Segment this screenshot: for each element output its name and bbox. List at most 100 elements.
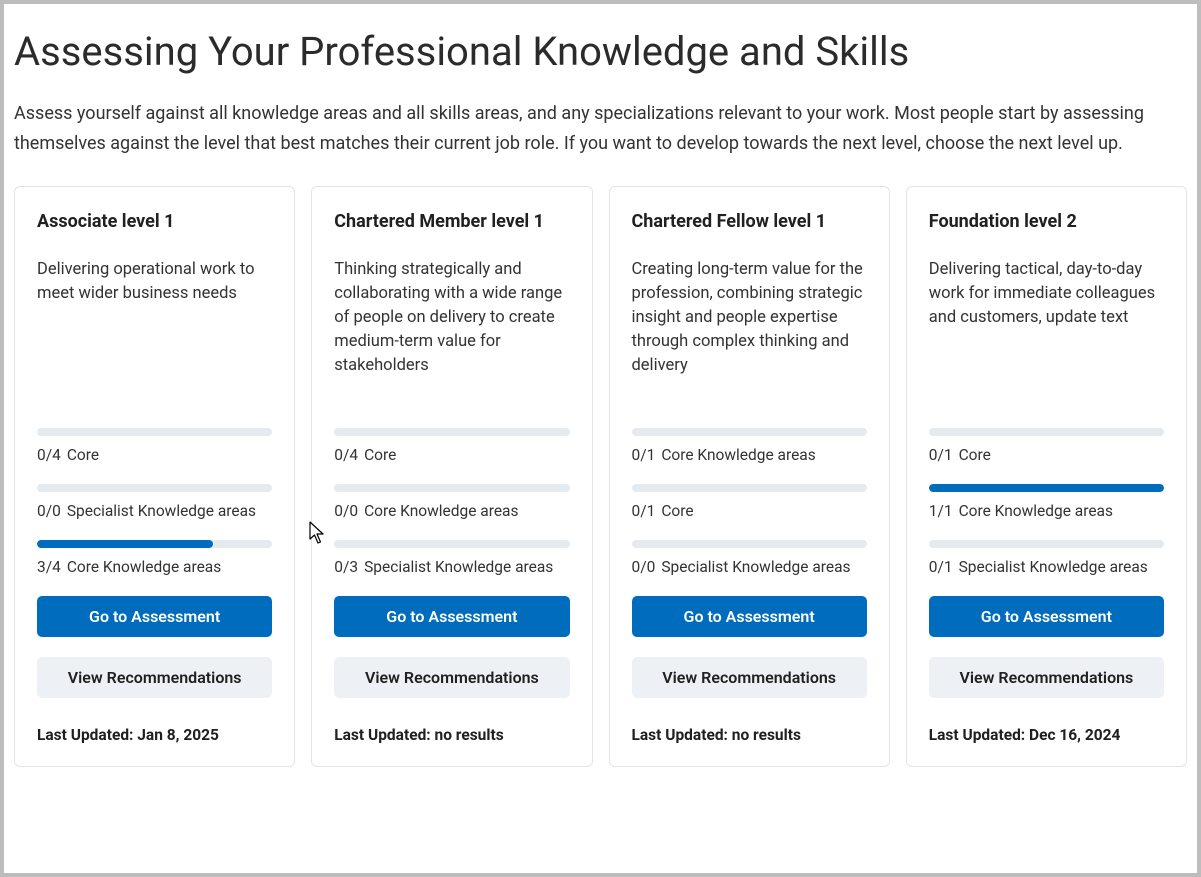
assessment-card-row: Associate level 1 Delivering operational … [14, 186, 1187, 767]
progress-bar [929, 484, 1164, 492]
progress-count: 0/4 [37, 446, 61, 464]
progress-block: 0/0Specialist Knowledge areas [37, 484, 272, 520]
card-title: Chartered Member level 1 [334, 211, 569, 232]
progress-label: 0/0Specialist Knowledge areas [37, 502, 272, 520]
card-title: Chartered Fellow level 1 [632, 211, 867, 232]
progress-section: 0/4 Core 0/0Specialist Knowledge areas 3/4 C… [37, 428, 272, 744]
progress-block: 0/3 Specialist Knowledge areas [334, 540, 569, 576]
progress-label: 0/1 Core [632, 502, 867, 520]
progress-label: 3/4 Core Knowledge areas [37, 558, 272, 576]
progress-label: 0/1 Core Knowledge areas [632, 446, 867, 464]
go-to-assessment-button[interactable]: Go to Assessment [37, 596, 272, 637]
progress-category: Core [67, 446, 99, 464]
progress-bar [37, 428, 272, 436]
view-recommendations-button[interactable]: View Recommendations [632, 657, 867, 698]
progress-bar [632, 428, 867, 436]
last-updated-prefix: Last Updated: [632, 726, 732, 744]
progress-section: 0/1 Core 1/1 Core Knowledge areas 0/1Special… [929, 428, 1164, 744]
progress-count: 1/1 [929, 502, 953, 520]
progress-count: 3/4 [37, 558, 61, 576]
progress-label: 1/1 Core Knowledge areas [929, 502, 1164, 520]
assessment-card: Chartered Fellow level 1 Creating long-te… [609, 186, 890, 767]
progress-category: Specialist Knowledge areas [661, 558, 850, 576]
progress-count: 0/0 [632, 558, 656, 576]
assessment-card: Chartered Member level 1 Thinking strateg… [311, 186, 592, 767]
assessment-card: Associate level 1 Delivering operational … [14, 186, 295, 767]
last-updated-prefix: Last Updated: [334, 726, 434, 744]
last-updated: Last Updated: Jan 8, 2025 [37, 726, 272, 744]
progress-count: 0/1 [632, 446, 656, 464]
view-recommendations-button[interactable]: View Recommendations [334, 657, 569, 698]
assessment-card: Foundation level 2 Delivering tactical, d… [906, 186, 1187, 767]
progress-block: 0/1 Core [632, 484, 867, 520]
card-description: Delivering tactical, day-to-day work for… [929, 258, 1164, 428]
last-updated-value: no results [732, 726, 801, 744]
page-intro: Assess yourself against all knowledge ar… [14, 99, 1184, 158]
progress-category: Core Knowledge areas [661, 446, 815, 464]
progress-block: 0/1 Core [929, 428, 1164, 464]
progress-block: 0/0 Specialist Knowledge areas [632, 540, 867, 576]
card-description: Thinking strategically and collaborating… [334, 258, 569, 428]
progress-section: 0/4 Core 0/0 Core Knowledge areas 0/3 Special… [334, 428, 569, 744]
last-updated-prefix: Last Updated: [37, 726, 137, 744]
progress-category: Specialist Knowledge areas [959, 558, 1148, 576]
progress-block: 0/4 Core [334, 428, 569, 464]
go-to-assessment-button[interactable]: Go to Assessment [632, 596, 867, 637]
progress-count: 0/1 [632, 502, 656, 520]
go-to-assessment-button[interactable]: Go to Assessment [929, 596, 1164, 637]
progress-label: 0/4 Core [334, 446, 569, 464]
progress-block: 0/1Specialist Knowledge areas [929, 540, 1164, 576]
last-updated: Last Updated: no results [632, 726, 867, 744]
progress-bar [37, 484, 272, 492]
progress-bar [929, 428, 1164, 436]
progress-bar [334, 484, 569, 492]
progress-count: 0/3 [334, 558, 358, 576]
card-title: Associate level 1 [37, 211, 272, 232]
card-title: Foundation level 2 [929, 211, 1164, 232]
progress-label: 0/3 Specialist Knowledge areas [334, 558, 569, 576]
page-frame: Assessing Your Professional Knowledge an… [4, 4, 1197, 873]
progress-bar [632, 540, 867, 548]
progress-label: 0/4 Core [37, 446, 272, 464]
progress-bar [334, 540, 569, 548]
progress-category: Core Knowledge areas [959, 502, 1113, 520]
progress-category: Core Knowledge areas [67, 558, 221, 576]
progress-label: 0/1Specialist Knowledge areas [929, 558, 1164, 576]
progress-bar [632, 484, 867, 492]
progress-count: 0/4 [334, 446, 358, 464]
progress-block: 3/4 Core Knowledge areas [37, 540, 272, 576]
last-updated-value: Jan 8, 2025 [137, 726, 219, 744]
progress-block: 0/1 Core Knowledge areas [632, 428, 867, 464]
progress-fill [929, 484, 1164, 492]
last-updated-prefix: Last Updated: [929, 726, 1029, 744]
card-description: Delivering operational work to meet wide… [37, 258, 272, 428]
progress-count: 0/1 [929, 446, 953, 464]
last-updated-value: Dec 16, 2024 [1029, 726, 1120, 744]
view-recommendations-button[interactable]: View Recommendations [37, 657, 272, 698]
progress-label: 0/0 Specialist Knowledge areas [632, 558, 867, 576]
progress-bar [37, 540, 272, 548]
progress-label: 0/0 Core Knowledge areas [334, 502, 569, 520]
go-to-assessment-button[interactable]: Go to Assessment [334, 596, 569, 637]
progress-category: Specialist Knowledge areas [364, 558, 553, 576]
progress-block: 1/1 Core Knowledge areas [929, 484, 1164, 520]
progress-category: Core [364, 446, 396, 464]
last-updated-value: no results [435, 726, 504, 744]
progress-count: 0/0 [37, 502, 61, 520]
progress-bar [929, 540, 1164, 548]
progress-bar [334, 428, 569, 436]
last-updated: Last Updated: no results [334, 726, 569, 744]
progress-count: 0/0 [334, 502, 358, 520]
progress-fill [37, 540, 213, 548]
progress-block: 0/0 Core Knowledge areas [334, 484, 569, 520]
card-description: Creating long-term value for the profess… [632, 258, 867, 428]
progress-category: Core [959, 446, 991, 464]
last-updated: Last Updated: Dec 16, 2024 [929, 726, 1164, 744]
progress-category: Core Knowledge areas [364, 502, 518, 520]
progress-block: 0/4 Core [37, 428, 272, 464]
page-title: Assessing Your Professional Knowledge an… [14, 28, 1187, 75]
progress-label: 0/1 Core [929, 446, 1164, 464]
progress-section: 0/1 Core Knowledge areas 0/1 Core 0/0 Special… [632, 428, 867, 744]
view-recommendations-button[interactable]: View Recommendations [929, 657, 1164, 698]
progress-category: Core [661, 502, 693, 520]
